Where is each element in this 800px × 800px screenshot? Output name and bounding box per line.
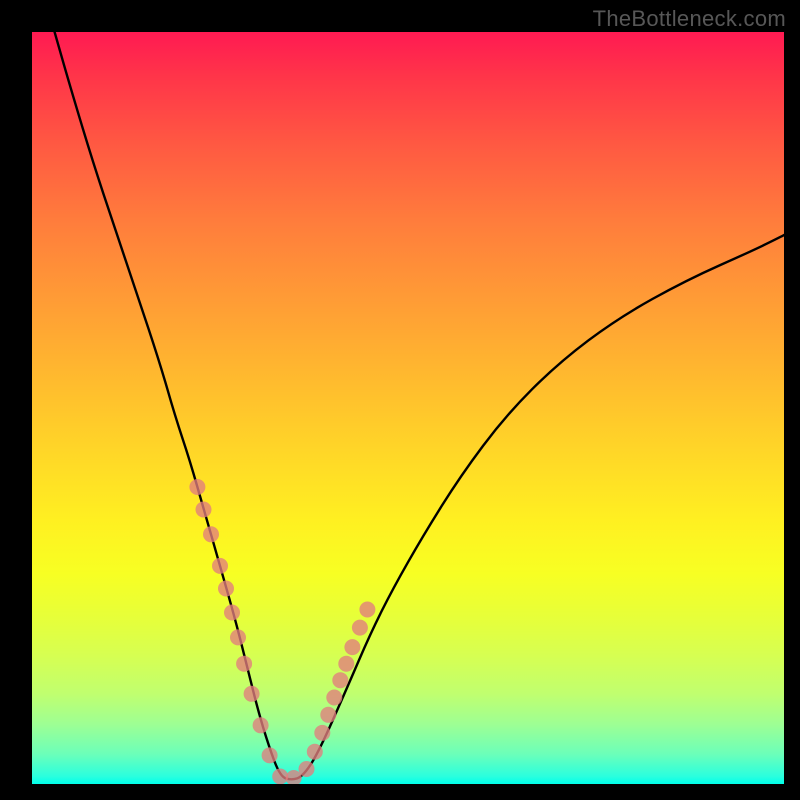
sample-dot bbox=[262, 747, 278, 763]
sample-dot bbox=[212, 558, 228, 574]
sample-dot bbox=[244, 686, 260, 702]
sample-dot bbox=[203, 526, 219, 542]
sample-dot bbox=[344, 639, 360, 655]
sample-dots-group bbox=[189, 479, 375, 784]
chart-svg bbox=[32, 32, 784, 784]
sample-dot bbox=[314, 725, 330, 741]
sample-dot bbox=[189, 479, 205, 495]
sample-dot bbox=[320, 707, 336, 723]
plot-area bbox=[32, 32, 784, 784]
sample-dot bbox=[359, 602, 375, 618]
sample-dot bbox=[326, 690, 342, 706]
sample-dot bbox=[299, 761, 315, 777]
watermark-text: TheBottleneck.com bbox=[593, 6, 786, 32]
sample-dot bbox=[332, 672, 348, 688]
sample-dot bbox=[253, 717, 269, 733]
sample-dot bbox=[196, 502, 212, 518]
bottleneck-curve bbox=[55, 32, 784, 779]
chart-frame: TheBottleneck.com bbox=[0, 0, 800, 800]
sample-dot bbox=[236, 656, 252, 672]
sample-dot bbox=[218, 581, 234, 597]
sample-dot bbox=[272, 769, 288, 785]
sample-dot bbox=[338, 656, 354, 672]
sample-dot bbox=[230, 629, 246, 645]
sample-dot bbox=[352, 620, 368, 636]
sample-dot bbox=[224, 605, 240, 621]
sample-dot bbox=[307, 744, 323, 760]
